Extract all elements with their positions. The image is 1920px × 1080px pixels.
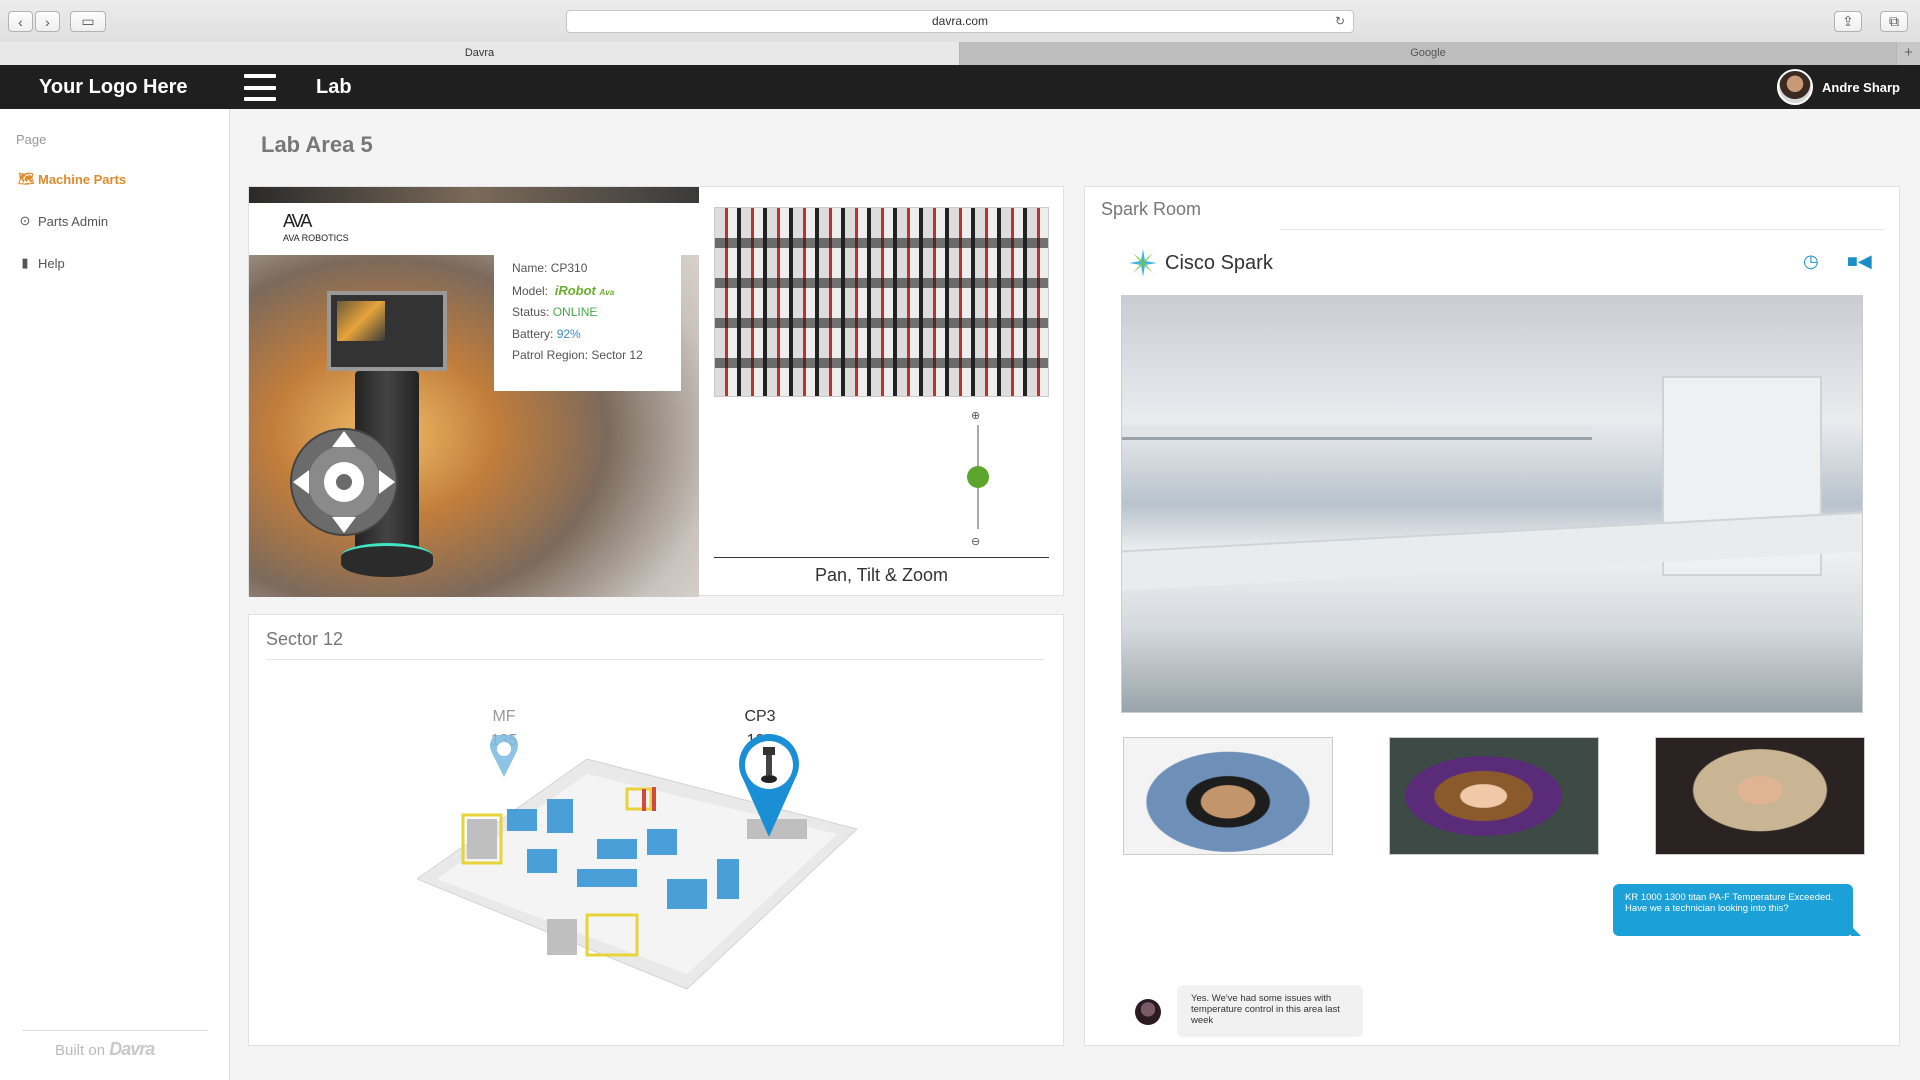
participant-video-1[interactable] [1123, 737, 1333, 855]
app-header: Your Logo Here Lab Andre Sharp [0, 65, 1920, 109]
robot-camera-feed[interactable] [714, 207, 1049, 397]
sector-divider [266, 659, 1044, 660]
address-bar[interactable]: davra.com ↻ [566, 10, 1354, 33]
davra-logo: Davra [109, 1039, 155, 1059]
forward-button[interactable]: › [35, 11, 60, 32]
location-pin-icon[interactable] [489, 735, 519, 777]
section-title: Lab [316, 76, 352, 98]
show-tabs-button[interactable]: ⧉ [1880, 11, 1908, 32]
robot-name-row: Name: CP310 [512, 261, 588, 275]
robot-location-pin-icon[interactable] [737, 733, 801, 837]
clock-icon[interactable]: ◷ [1803, 251, 1819, 272]
cisco-spark-logo: Cisco Spark [1127, 247, 1273, 279]
participant-video-3[interactable] [1655, 737, 1865, 855]
patrol-region: Sector 12 [591, 348, 643, 362]
robot-battery-row: Battery: 92% [512, 326, 581, 341]
robot-status-row: Status: ONLINE [512, 305, 598, 319]
target-icon: ⊙ [19, 213, 31, 228]
sector-title: Sector 12 [266, 629, 344, 649]
share-button[interactable]: ⇪ [1834, 11, 1862, 32]
sidebar-item-label: Help [38, 255, 65, 271]
tab-davra[interactable]: Davra [0, 42, 960, 65]
sidebar-icon: ▭ [81, 13, 95, 29]
new-tab-button[interactable]: + [1897, 42, 1920, 65]
tab-strip: Davra Google + [0, 42, 1920, 65]
back-button[interactable]: ‹ [8, 11, 33, 32]
ava-mark: AVA [283, 211, 312, 231]
robot-model-row: Model: iRobot Ava [512, 282, 615, 298]
page-title: Lab Area 5 [261, 132, 373, 157]
robot-name: CP310 [550, 261, 588, 275]
spark-brand-text: Cisco Spark [1165, 251, 1273, 274]
sidebar-item-help[interactable]: ▮ Help [18, 255, 65, 271]
chat-message-incoming: Yes. We've had some issues with temperat… [1177, 985, 1363, 1037]
main-video-feed[interactable] [1121, 295, 1863, 713]
robot-panel: AVA AVA ROBOTICS Name: CP310 Model: iRob… [248, 186, 1064, 597]
robot-image-strip [249, 187, 699, 203]
zoom-out-icon[interactable]: ⊖ [971, 535, 980, 548]
chevron-right-icon: › [45, 13, 50, 30]
book-icon: ▮ [21, 255, 29, 270]
sidebar-heading: Page [16, 132, 47, 147]
irobot-logo: iRobot Ava [554, 282, 615, 298]
built-on-davra[interactable]: Built on Davra [55, 1039, 155, 1060]
sidebar: Page 🗺 Machine Parts ⊙ Parts Admin ▮ Hel… [0, 109, 230, 1080]
avatar [1135, 999, 1161, 1025]
user-name[interactable]: Andre Sharp [1822, 80, 1900, 95]
ava-brand-text: AVA ROBOTICS [283, 233, 349, 243]
spark-room-panel: Spark Room Cisco Spark ◷ ■◀ KR 1000 1300… [1084, 186, 1900, 1046]
chat-message-outgoing: KR 1000 1300 titan PA-F Temperature Exce… [1613, 884, 1861, 936]
sidebar-item-parts-admin[interactable]: ⊙ Parts Admin [18, 213, 109, 229]
url-text: davra.com [931, 14, 989, 28]
ptz-divider [714, 557, 1049, 558]
tab-google[interactable]: Google [960, 42, 1897, 65]
robot-region-row: Patrol Region: Sector 12 [512, 348, 643, 362]
menu-icon[interactable] [244, 74, 276, 101]
sidebar-toggle-button[interactable]: ▭ [70, 11, 106, 32]
zoom-in-icon[interactable]: ⊕ [971, 409, 980, 422]
pan-tilt-dpad[interactable] [289, 427, 399, 537]
app-logo[interactable]: Your Logo Here [39, 76, 188, 99]
spark-divider [1281, 229, 1885, 230]
status-badge: ONLINE [552, 305, 598, 319]
video-camera-icon[interactable]: ■◀ [1847, 251, 1872, 272]
sidebar-item-label: Machine Parts [38, 171, 127, 187]
built-on-prefix: Built on [55, 1042, 106, 1059]
spark-logo-icon [1129, 249, 1157, 277]
map-icon: 🗺 [18, 171, 35, 186]
robot-info-card: Name: CP310 Model: iRobot Ava Status: ON… [494, 255, 681, 391]
tabs-icon: ⧉ [1889, 13, 1899, 29]
sector-panel: Sector 12 MF 135 [248, 614, 1064, 1046]
avatar[interactable] [1776, 69, 1813, 105]
sidebar-item-machine-parts[interactable]: 🗺 Machine Parts [18, 171, 126, 187]
user-menu[interactable]: Andre Sharp [1776, 69, 1900, 105]
share-icon: ⇪ [1842, 13, 1854, 29]
spark-room-title: Spark Room [1101, 199, 1202, 219]
sidebar-divider [22, 1030, 208, 1031]
sidebar-item-label: Parts Admin [38, 213, 109, 229]
chevron-left-icon: ‹ [18, 13, 23, 30]
participant-video-2[interactable] [1389, 737, 1599, 855]
battery-level: 92% [556, 326, 581, 341]
browser-nav: ‹ › [8, 11, 60, 32]
zoom-slider-handle[interactable] [967, 466, 989, 488]
browser-chrome: ‹ › ▭ davra.com ↻ ⇪ ⧉ Davra Google + [0, 0, 1920, 65]
ptz-label: Pan, Tilt & Zoom [814, 565, 949, 585]
ava-logo: AVA AVA ROBOTICS [249, 203, 699, 255]
reload-icon[interactable]: ↻ [1335, 11, 1345, 32]
